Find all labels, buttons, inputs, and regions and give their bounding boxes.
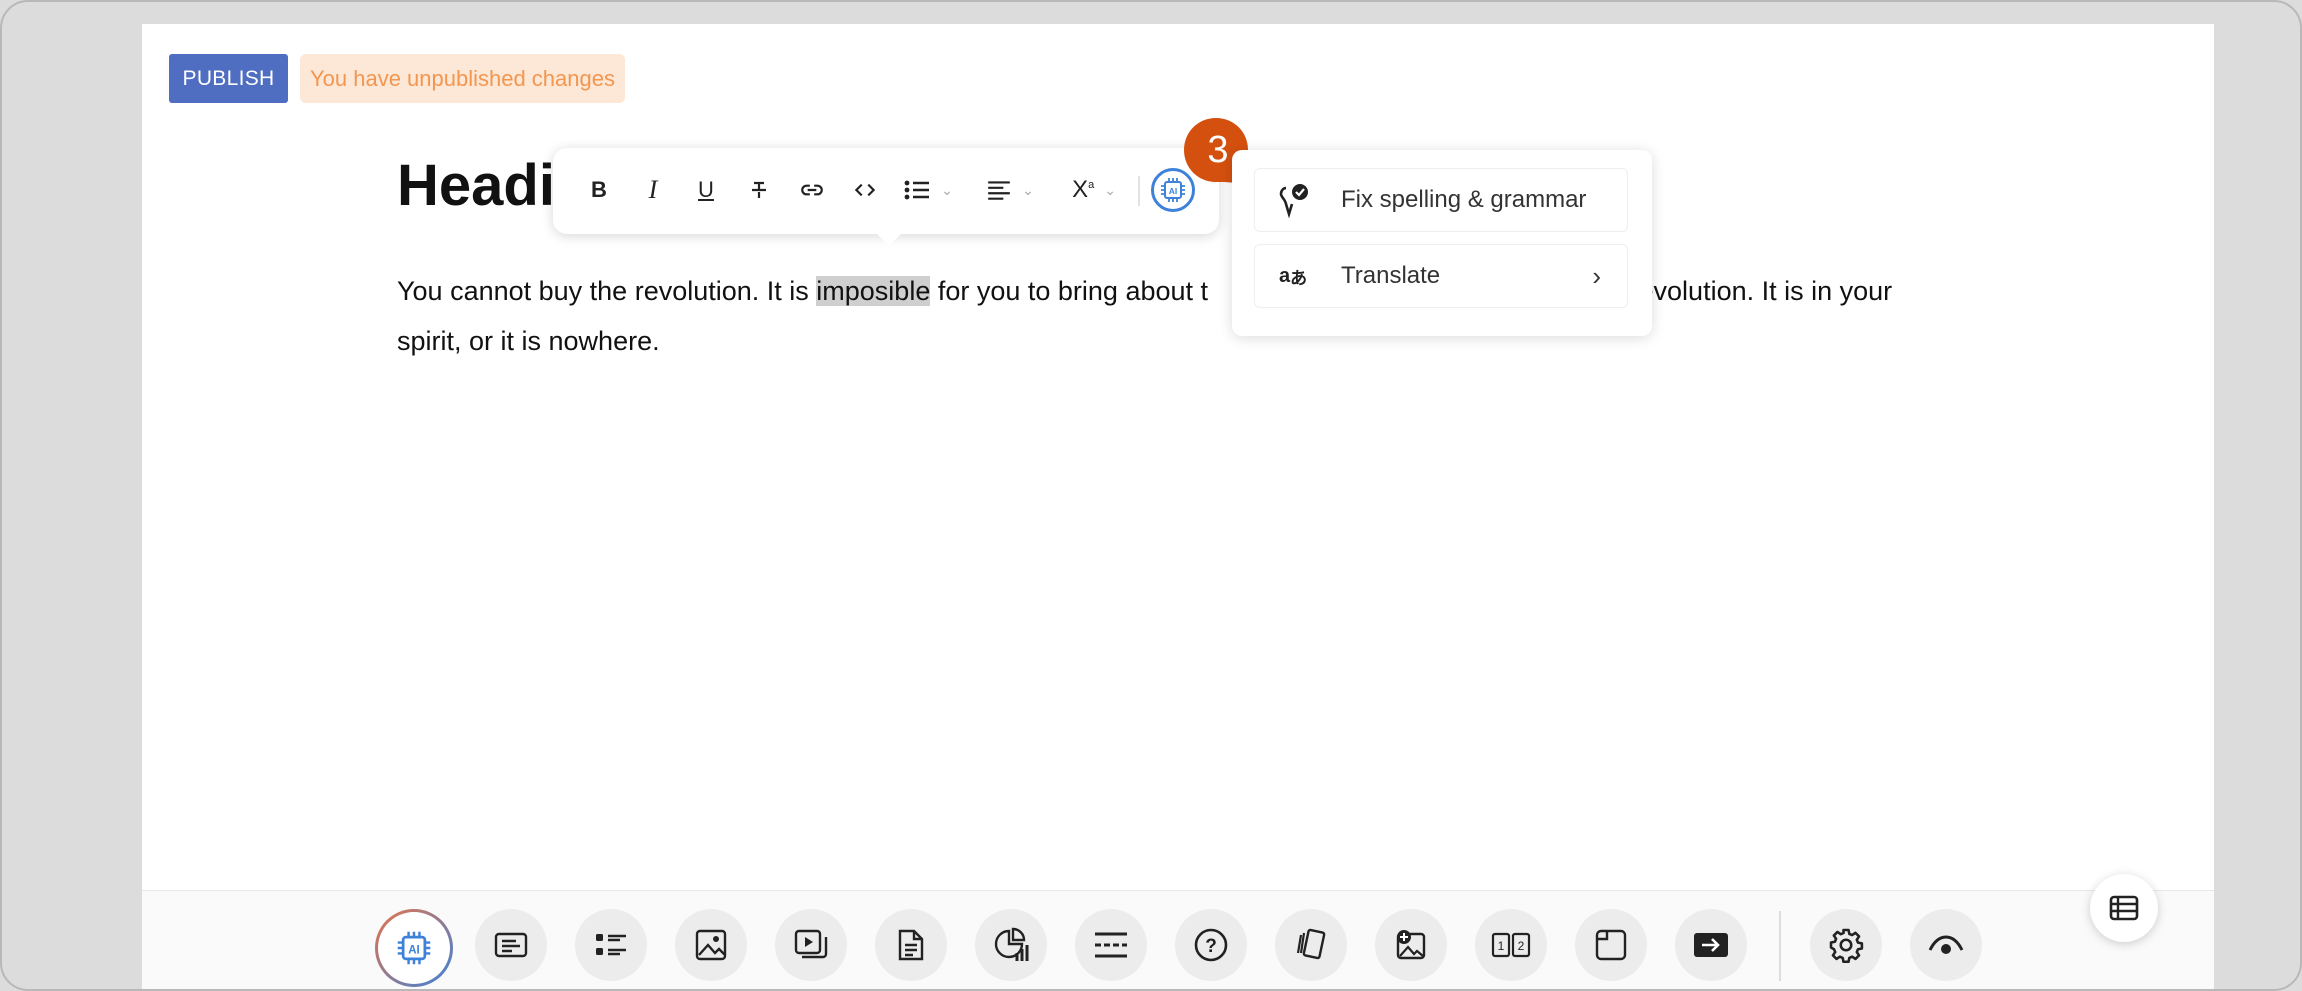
svg-text:AI: AI: [1169, 186, 1178, 196]
spell-check-icon: [1275, 182, 1311, 218]
superscript-icon: Xa: [1072, 176, 1095, 203]
superscript-dropdown[interactable]: Xa ⌄: [1063, 170, 1125, 210]
strikethrough-icon: [752, 181, 766, 198]
embed-block-button[interactable]: [1575, 909, 1647, 981]
menu-item-fix-spelling[interactable]: Fix spelling & grammar: [1254, 168, 1628, 232]
table-list-icon: [2109, 895, 2139, 921]
text-block-button[interactable]: [475, 909, 547, 981]
quiz-icon: ?: [1194, 928, 1228, 962]
numbered-steps-block-button[interactable]: 12: [1475, 909, 1547, 981]
svg-text:AI: AI: [408, 944, 420, 956]
chevron-right-icon: ›: [1592, 260, 1601, 291]
image-icon: [695, 929, 727, 961]
image-block-button[interactable]: [675, 909, 747, 981]
ai-chip-icon: AI: [397, 931, 431, 965]
document-heading[interactable]: Headi: [397, 152, 555, 219]
document-paragraph[interactable]: You cannot buy the revolution. It is imp…: [397, 266, 1937, 366]
ai-menu: Fix spelling & grammar aあ Translate ›: [1232, 150, 1652, 336]
quiz-block-button[interactable]: ?: [1175, 909, 1247, 981]
unpublished-changes-badge: You have unpublished changes: [300, 54, 625, 103]
image-hotspot-block-button[interactable]: [1375, 909, 1447, 981]
align-icon: [988, 181, 1010, 200]
document-icon: [898, 929, 924, 961]
underline-button[interactable]: U: [686, 170, 726, 210]
link-icon: [801, 184, 823, 196]
code-icon: [854, 183, 876, 197]
list-icon: [596, 934, 626, 956]
window-frame: PUBLISH You have unpublished changes Hea…: [0, 0, 2302, 991]
chevron-down-icon: ⌄: [941, 181, 953, 198]
editor-page: PUBLISH You have unpublished changes Hea…: [142, 24, 2214, 989]
divider-block-button[interactable]: [1075, 909, 1147, 981]
outline-button[interactable]: [2090, 874, 2158, 942]
embed-icon: [1595, 929, 1627, 961]
menu-item-translate[interactable]: aあ Translate ›: [1254, 244, 1628, 308]
menu-item-label: Fix spelling & grammar: [1341, 186, 1587, 213]
format-toolbar: B I U ⌄ ⌄ Xa ⌄ AI: [553, 148, 1219, 246]
svg-text:3: 3: [1207, 129, 1228, 171]
video-block-button[interactable]: [775, 909, 847, 981]
preview-button[interactable]: [1910, 909, 1982, 981]
list-block-button[interactable]: [575, 909, 647, 981]
toolbar-divider: [1138, 176, 1140, 206]
svg-text:?: ?: [1205, 936, 1217, 957]
bold-icon: B: [591, 177, 607, 202]
publish-button[interactable]: PUBLISH: [169, 54, 288, 103]
bullet-list-icon: [904, 180, 930, 200]
chevron-down-icon: ⌄: [1104, 181, 1116, 198]
settings-icon: [1829, 928, 1864, 963]
underline-icon: U: [698, 177, 714, 202]
document-block-button[interactable]: [875, 909, 947, 981]
italic-icon: I: [648, 175, 658, 204]
bullet-list-dropdown[interactable]: ⌄: [897, 170, 959, 210]
align-dropdown[interactable]: ⌄: [979, 170, 1041, 210]
flashcard-block-button[interactable]: [1275, 909, 1347, 981]
bold-button[interactable]: B: [579, 170, 619, 210]
menu-item-label: Translate: [1341, 262, 1441, 289]
chart-icon: [994, 927, 1029, 961]
settings-button[interactable]: [1810, 909, 1882, 981]
video-icon: [794, 929, 828, 959]
numbered-steps-icon: 12: [1491, 932, 1531, 958]
strikethrough-button[interactable]: [739, 170, 779, 210]
text-block-icon: [494, 932, 528, 958]
selected-text[interactable]: imposible: [816, 276, 931, 306]
link-button[interactable]: [792, 170, 832, 210]
italic-button[interactable]: I: [633, 170, 673, 210]
svg-text:2: 2: [1518, 939, 1525, 953]
code-button[interactable]: [845, 170, 885, 210]
translate-icon: aあ: [1278, 264, 1308, 288]
ai-block-button[interactable]: AI: [375, 909, 453, 987]
preview-icon: [1928, 935, 1964, 954]
toolbar-caret: [875, 232, 903, 246]
image-hotspot-icon: [1396, 930, 1426, 960]
flashcard-icon: [1296, 928, 1326, 960]
redirect-block-button[interactable]: [1675, 909, 1747, 981]
chevron-down-icon: ⌄: [1022, 181, 1034, 198]
divider-icon: [1095, 932, 1127, 958]
toolbar-divider: [1779, 911, 1781, 981]
redirect-icon: [1694, 933, 1728, 957]
block-toolbar: AI ? 12: [142, 890, 2214, 989]
chart-block-button[interactable]: [975, 909, 1047, 981]
svg-text:1: 1: [1498, 939, 1505, 953]
